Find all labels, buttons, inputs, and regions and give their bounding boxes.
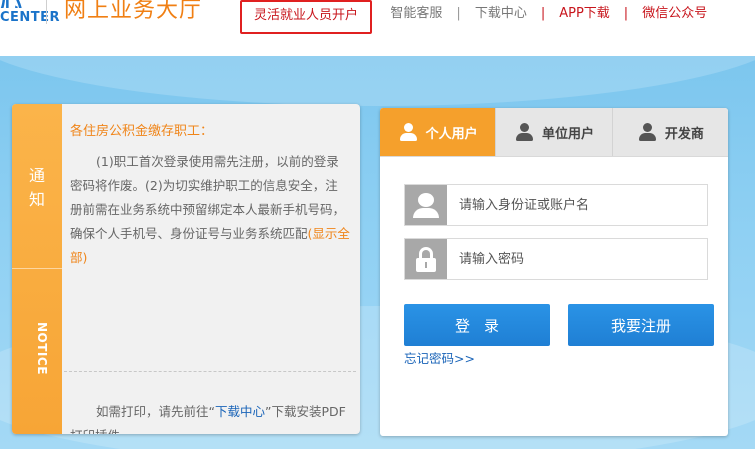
notice-tab-label: 通知 <box>29 166 46 209</box>
tab-personal-user[interactable]: 个人用户 <box>380 108 497 156</box>
notice-body-text: (1)职工首次登录使用需先注册，以前的登录密码将作废。(2)为切实维护职工的信息… <box>70 154 346 241</box>
nav-flexible-employment-account[interactable]: 灵活就业人员开户 <box>240 0 373 34</box>
logo-glyph: 心 <box>0 0 30 8</box>
username-input[interactable] <box>447 185 707 225</box>
login-button[interactable]: 登录 <box>404 304 550 346</box>
password-input[interactable] <box>447 239 707 279</box>
tab-company-user[interactable]: 单位用户 <box>496 108 613 156</box>
nav-app-download[interactable]: APP下载 <box>559 0 610 34</box>
notice-content: 各住房公积金缴存职工： (1)职工首次登录使用需先注册，以前的登录密码将作废。(… <box>70 120 350 270</box>
logo-divider <box>46 0 47 24</box>
top-nav: 灵活就业人员开户 | 智能客服 | 下载中心 | APP下载 | 微信公众号 <box>240 0 707 34</box>
login-panel: 个人用户 单位用户 开发商 登录 我要注册 忘记密码>> <box>380 108 728 436</box>
nav-separator: | <box>540 6 546 21</box>
nav-smart-service[interactable]: 智能客服 <box>390 0 442 34</box>
forgot-password-link[interactable]: 忘记密码>> <box>404 348 475 367</box>
print-text-before: 如需打印，请先前往“ <box>96 404 215 419</box>
tab-developer-label: 开发商 <box>664 126 704 142</box>
lock-icon <box>405 239 447 279</box>
notice-tab: 通知 NOTICE <box>12 104 62 434</box>
banner-decoration <box>0 56 755 106</box>
user-icon <box>637 122 657 142</box>
nav-wechat-account[interactable]: 微信公众号 <box>642 0 707 34</box>
user-icon <box>398 122 418 142</box>
notice-title: 各住房公积金缴存职工： <box>70 124 214 139</box>
notice-panel: 通知 NOTICE 各住房公积金缴存职工： (1)职工首次登录使用需先注册，以前… <box>12 104 360 434</box>
notice-divider <box>64 371 356 372</box>
tab-personal-user-label: 个人用户 <box>425 126 478 142</box>
nav-separator: | <box>456 6 461 21</box>
download-center-link[interactable]: 下载中心 <box>215 404 265 419</box>
header: 心 CENTER 网上业务大厅 灵活就业人员开户 | 智能客服 | 下载中心 |… <box>0 0 755 56</box>
print-notice: 如需打印，请先前往“下载中心”下载安装PDF打印插件。 <box>70 400 350 434</box>
notice-text: (1)职工首次登录使用需先注册，以前的登录密码将作废。(2)为切实维护职工的信息… <box>70 150 350 270</box>
site-title: 网上业务大厅 <box>64 0 203 23</box>
logo-text: CENTER <box>0 10 61 25</box>
register-button[interactable]: 我要注册 <box>568 304 714 346</box>
user-icon <box>405 185 447 225</box>
notice-tab-english: NOTICE <box>35 322 49 375</box>
user-type-tabs: 个人用户 单位用户 开发商 <box>380 108 728 157</box>
password-field <box>404 238 708 280</box>
nav-download-center[interactable]: 下载中心 <box>475 0 527 34</box>
tab-company-user-label: 单位用户 <box>541 126 594 142</box>
username-field <box>404 184 708 226</box>
nav-separator: | <box>623 6 629 21</box>
notice-tab-divider <box>12 268 62 269</box>
user-icon <box>514 122 534 142</box>
tab-developer[interactable]: 开发商 <box>613 108 728 156</box>
